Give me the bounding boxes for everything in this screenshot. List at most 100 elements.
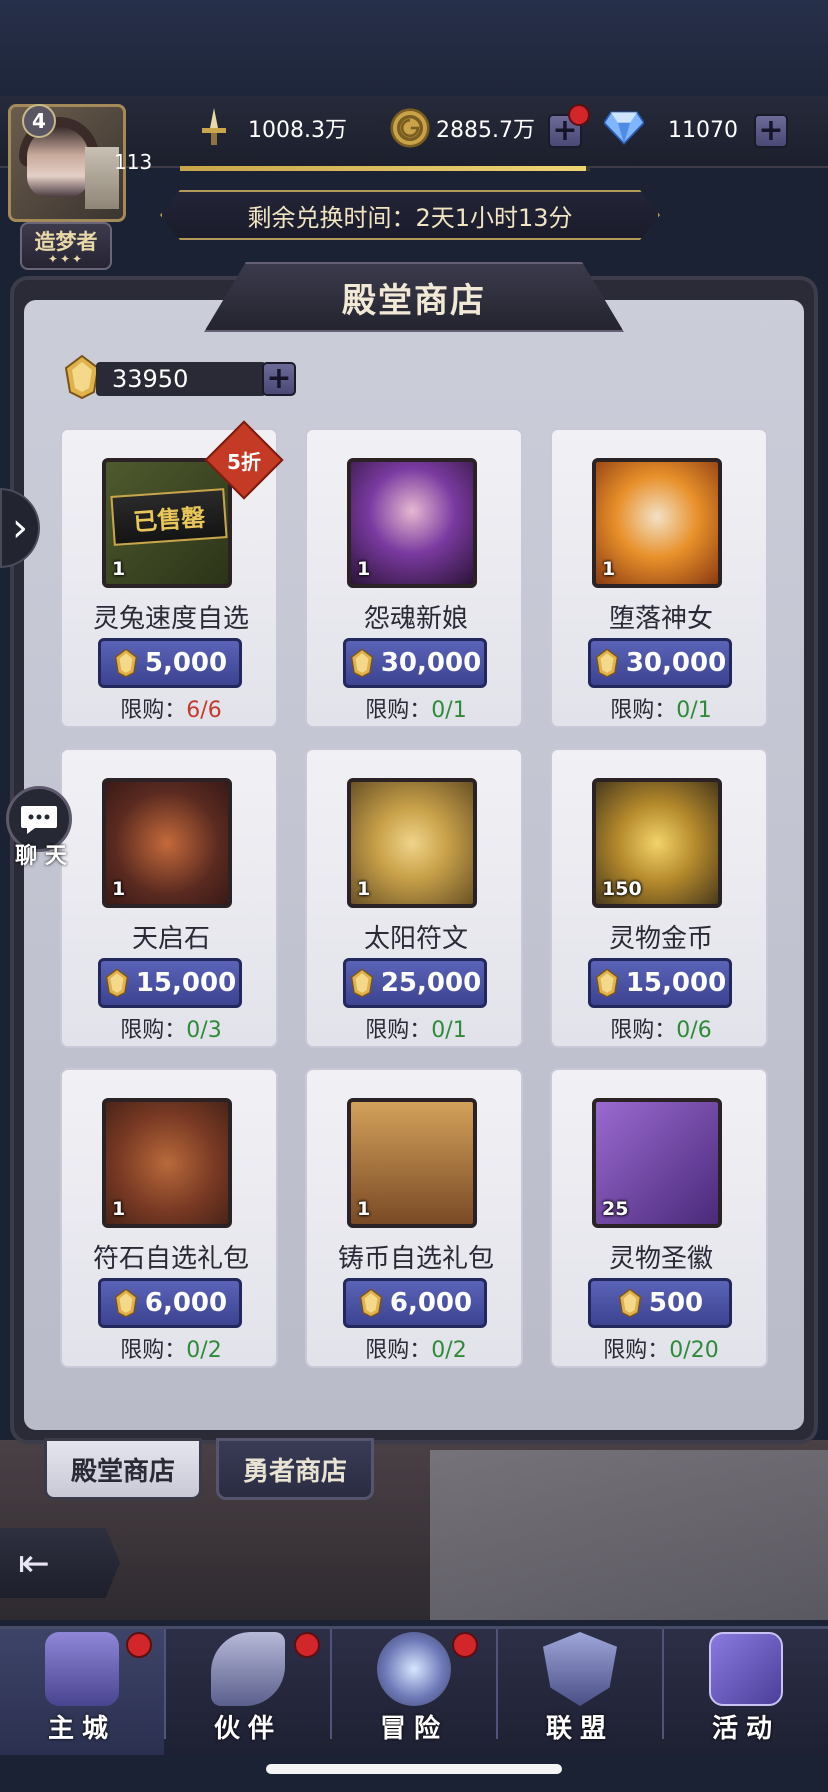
item-quantity: 1	[602, 558, 616, 580]
buy-button[interactable]: 15,000	[588, 958, 732, 1008]
purchase-limit: 限购：0/2	[62, 1332, 280, 1364]
buy-button[interactable]: 6,000	[98, 1278, 242, 1328]
hall-crystal-icon	[618, 1288, 641, 1318]
shop-currency-balance: 33950 +	[62, 354, 296, 402]
item-price: 30,000	[625, 648, 727, 678]
purchase-limit: 限购：0/20	[552, 1332, 770, 1364]
tab-hall-shop[interactable]: 殿堂商店	[44, 1438, 202, 1500]
purchase-limit: 限购：0/2	[307, 1332, 525, 1364]
hall-crystal-icon	[105, 968, 128, 998]
purchase-limit: 限购：6/6	[62, 692, 280, 724]
shield-icon	[543, 1632, 617, 1706]
castle-icon	[45, 1632, 119, 1706]
purchase-limit-label: 限购：	[365, 1338, 432, 1363]
back-button[interactable]: ⇤	[0, 1528, 120, 1598]
player-title-badge[interactable]: 造梦者 ✦✦✦	[20, 222, 112, 270]
item-price: 500	[648, 1288, 704, 1318]
purchase-limit-value: 0/3	[186, 1018, 222, 1043]
nav-label-adventure: 冒险	[380, 1714, 449, 1744]
hall-crystal-icon	[359, 1288, 382, 1318]
purchase-limit: 限购：0/1	[307, 1012, 525, 1044]
shop-item-card[interactable]: 1 符石自选礼包 6,000 限购：0/2	[60, 1068, 278, 1368]
purchase-limit-label: 限购：	[365, 1018, 432, 1043]
purchase-limit-label: 限购：	[603, 1338, 670, 1363]
tab-hero-shop[interactable]: 勇者商店	[216, 1438, 374, 1500]
item-price: 5,000	[144, 648, 228, 678]
item-name: 怨魂新娘	[363, 604, 468, 634]
purchase-limit-value: 0/2	[186, 1338, 222, 1363]
power-display: 1008.3万	[194, 106, 347, 150]
home-indicator	[266, 1764, 562, 1774]
purchase-limit-label: 限购：	[120, 1018, 187, 1043]
purchase-limit: 限购：0/6	[552, 1012, 770, 1044]
item-quantity: 1	[112, 878, 126, 900]
hall-crystal-icon	[114, 648, 137, 678]
buy-button[interactable]: 30,000	[588, 638, 732, 688]
gold-value: 2885.7万	[436, 118, 535, 143]
shop-item-card[interactable]: 1 已售罄 5折 灵兔速度自选 5,000 限购：6/6	[60, 420, 284, 728]
shop-item-card[interactable]: 1 太阳符文 25,000 限购：0/1	[305, 748, 523, 1048]
nav-label-partners: 伙伴	[214, 1714, 283, 1744]
scene-floor	[430, 1450, 828, 1620]
purchase-limit-value: 0/2	[431, 1338, 467, 1363]
shop-item-card[interactable]: 150 灵物金币 15,000 限购：0/6	[550, 748, 768, 1048]
item-name: 灵兔速度自选	[92, 604, 249, 634]
item-price: 15,000	[625, 968, 727, 998]
item-quantity: 1	[357, 878, 371, 900]
purchase-limit-value: 0/1	[431, 698, 467, 723]
cards-icon	[709, 1632, 783, 1706]
item-name: 符石自选礼包	[92, 1244, 249, 1274]
add-currency-button[interactable]: +	[262, 362, 296, 396]
item-quantity: 150	[602, 878, 642, 900]
nav-alliance[interactable]: 联盟	[498, 1629, 662, 1755]
purchase-limit-label: 限购：	[610, 698, 677, 723]
purchase-limit-label: 限购：	[365, 698, 432, 723]
item-quantity: 1	[357, 558, 371, 580]
gold-coin-icon	[390, 108, 430, 148]
buy-button[interactable]: 6,000	[343, 1278, 487, 1328]
adventure-notification-dot	[452, 1632, 478, 1658]
shop-item-card[interactable]: 1 堕落神女 30,000 限购：0/1	[550, 428, 768, 728]
item-price: 6,000	[144, 1288, 228, 1318]
buy-button[interactable]: 15,000	[98, 958, 242, 1008]
item-name: 铸币自选礼包	[337, 1244, 494, 1274]
item-name: 太阳符文	[363, 924, 468, 954]
shop-item-card[interactable]: 1 天启石 15,000 限购：0/3	[60, 748, 278, 1048]
purchase-limit-value: 6/6	[186, 698, 222, 723]
shop-title: 殿堂商店	[204, 262, 624, 332]
gold-notification-dot	[568, 104, 590, 126]
buy-button[interactable]: 25,000	[343, 958, 487, 1008]
hall-crystal-icon	[350, 968, 373, 998]
player-level-badge: 4	[22, 104, 56, 138]
player-vip-level: 113	[114, 150, 153, 174]
item-name: 天启石	[131, 924, 210, 954]
gold-display: 2885.7万	[390, 106, 535, 150]
nav-label-events: 活动	[712, 1714, 781, 1744]
diamond-value: 11070	[668, 118, 738, 143]
chat-label: 聊 天	[15, 844, 67, 869]
sold-out-stamp: 已售罄	[110, 488, 228, 546]
purchase-limit: 限购：0/3	[62, 1012, 280, 1044]
sword-icon	[194, 108, 234, 148]
discount-label: 5折	[227, 450, 261, 474]
item-name: 灵物圣徽	[608, 1244, 713, 1274]
exchange-timer: 剩余兑换时间：2天1小时13分	[160, 190, 660, 240]
hall-crystal-icon	[114, 1288, 137, 1318]
hall-crystal-icon	[595, 648, 618, 678]
item-name: 堕落神女	[608, 604, 713, 634]
buy-button[interactable]: 500	[588, 1278, 732, 1328]
compass-icon	[377, 1632, 451, 1706]
nav-events[interactable]: 活动	[664, 1629, 828, 1755]
buy-button[interactable]: 30,000	[343, 638, 487, 688]
item-price: 30,000	[380, 648, 482, 678]
add-diamond-button[interactable]: +	[754, 114, 788, 148]
item-price: 15,000	[135, 968, 237, 998]
shop-item-card[interactable]: 25 灵物圣徽 500 限购：0/20	[550, 1068, 768, 1368]
back-arrow-icon: ⇤	[18, 1541, 50, 1585]
shop-item-card[interactable]: 1 铸币自选礼包 6,000 限购：0/2	[305, 1068, 523, 1368]
power-value: 1008.3万	[248, 118, 347, 143]
diamond-icon	[604, 108, 644, 148]
shop-item-card[interactable]: 1 怨魂新娘 30,000 限购：0/1	[305, 428, 523, 728]
buy-button[interactable]: 5,000	[98, 638, 242, 688]
item-name: 灵物金币	[608, 924, 713, 954]
